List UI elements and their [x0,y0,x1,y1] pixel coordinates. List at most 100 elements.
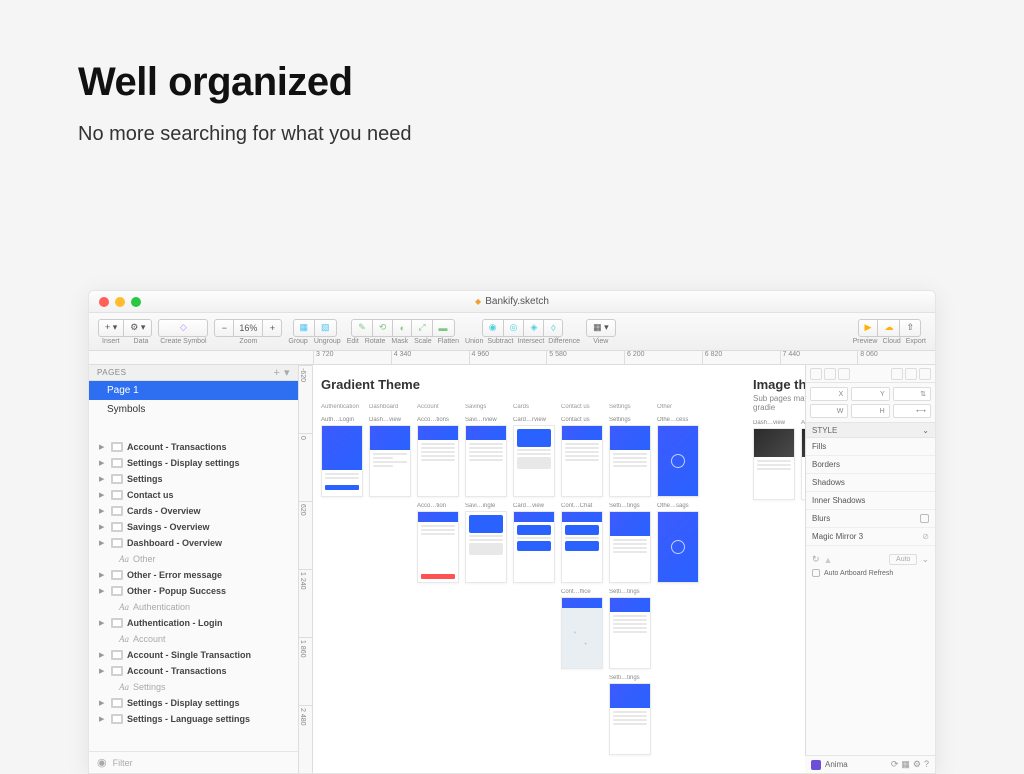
align-icon[interactable] [919,368,931,380]
artboard[interactable] [513,511,555,583]
artboard-label: Setti…tings [609,675,651,681]
canvas[interactable]: -62006201 2401 8602 480 Gradient Theme A… [299,365,805,773]
maximize-icon[interactable] [131,297,141,307]
category-label: Account [417,404,459,410]
artboard[interactable] [321,425,363,497]
ungroup-button[interactable]: ▧ [314,319,337,337]
layer-heading: AaAccount [89,631,298,647]
w-field[interactable]: W [810,404,848,418]
zoom-value[interactable]: 16% [233,319,263,337]
layer-heading: AaAuthentication [89,599,298,615]
mask-button[interactable]: ◐ [392,319,412,337]
insert-button[interactable]: + ▾ [98,319,124,337]
intersect-button[interactable]: ◈ [523,319,544,337]
lock-field[interactable]: ⇅ [893,387,931,401]
layer-item[interactable]: ▶Authentication - Login [89,615,298,631]
flatten-button[interactable]: ▬ [432,319,455,337]
y-field[interactable]: Y [851,387,889,401]
layer-item[interactable]: ▶Contact us [89,487,298,503]
layer-item[interactable]: ▶Account - Transactions [89,439,298,455]
artboard[interactable] [657,511,699,583]
artboard[interactable] [417,425,459,497]
edit-button[interactable]: ✎ [351,319,373,337]
artboard[interactable] [369,425,411,497]
artboard[interactable] [561,425,603,497]
layer-item[interactable]: ▶Settings - Display settings [89,695,298,711]
zoom-out-button[interactable]: − [214,319,234,337]
add-page-icon[interactable]: + ▾ [273,366,290,379]
layer-item[interactable]: ▶Cards - Overview [89,503,298,519]
align-icon[interactable] [905,368,917,380]
layer-item[interactable]: ▶Settings - Language settings [89,711,298,727]
artboard[interactable] [609,683,651,755]
align-icon[interactable] [838,368,850,380]
align-icon[interactable] [891,368,903,380]
ratio-field[interactable]: ⟷ [893,404,931,418]
scale-button[interactable]: ⤢ [411,319,432,337]
layer-item[interactable]: ▶Settings - Display settings [89,455,298,471]
mountain-icon[interactable]: ▲ [824,555,833,565]
filter-input[interactable]: ◉ Filter [89,751,298,773]
artboard[interactable] [561,511,603,583]
export-button[interactable]: ⇧ [899,319,921,337]
page-item[interactable]: Symbols [89,400,298,419]
borders-row[interactable]: Borders [806,456,935,474]
help-icon[interactable]: ? [924,759,929,770]
artboard[interactable] [609,511,651,583]
magic-mirror-row[interactable]: Magic Mirror 3⊘ [806,528,935,546]
shadows-row[interactable]: Shadows [806,474,935,492]
fills-row[interactable]: Fills [806,438,935,456]
dropdown[interactable]: Auto [889,554,917,565]
artboard[interactable] [465,425,507,497]
subtract-button[interactable]: ◎ [503,319,525,337]
artboard[interactable] [609,597,651,669]
layer-item[interactable]: ▶Other - Popup Success [89,583,298,599]
x-field[interactable]: X [810,387,848,401]
artboard[interactable] [753,428,795,500]
align-icon[interactable] [824,368,836,380]
layer-item[interactable]: ▶Account - Single Transaction [89,647,298,663]
artboard-label: Savi…rview [465,417,507,423]
cloud-button[interactable]: ☁ [877,319,900,337]
preview-button[interactable]: ▶ [858,319,879,337]
h-field[interactable]: H [851,404,889,418]
layer-item[interactable]: ▶Dashboard - Overview [89,535,298,551]
auto-refresh-label[interactable]: Auto Artboard Refresh [824,570,893,577]
layer-item[interactable]: ▶Account - Transactions [89,663,298,679]
artboard[interactable] [465,511,507,583]
artboard[interactable] [513,425,555,497]
data-button[interactable]: ⚙ ▾ [123,319,152,337]
gear-icon[interactable]: ⚙ [913,759,921,770]
eye-icon[interactable]: ◉ [97,756,107,769]
rotate-button[interactable]: ⟲ [372,319,394,337]
union-button[interactable]: ◉ [482,319,504,337]
align-icon[interactable] [810,368,822,380]
artboard[interactable] [801,428,805,500]
refresh-icon[interactable]: ↻ [812,554,820,565]
layer-item[interactable]: ▶Settings [89,471,298,487]
zoom-label: Zoom [239,338,257,345]
blurs-row[interactable]: Blurs [806,510,935,528]
artboard-label: Acco…tions [417,417,459,423]
create-symbol-button[interactable]: ◇ [158,319,208,337]
artboard[interactable] [417,511,459,583]
artboard[interactable] [657,425,699,497]
difference-button[interactable]: ◊ [543,319,563,337]
minimize-icon[interactable] [115,297,125,307]
zoom-in-button[interactable]: + [262,319,282,337]
layer-item[interactable]: ▶Other - Error message [89,567,298,583]
artboard-label: Setti…tings [609,589,651,595]
artboard[interactable] [561,597,603,669]
sync-icon[interactable]: ⟳ [891,759,899,770]
layout-icon[interactable]: ▦ [901,759,910,770]
view-button[interactable]: ▦ ▾ [586,319,616,337]
style-header[interactable]: STYLE⌄ [806,422,935,438]
artboard[interactable] [609,425,651,497]
page-item[interactable]: Page 1 [89,381,298,400]
inner-shadows-row[interactable]: Inner Shadows [806,492,935,510]
category-label: Savings [465,404,507,410]
ruler-horizontal: 3 7204 3404 9605 5806 2006 8207 4408 060 [89,351,935,365]
layer-item[interactable]: ▶Savings - Overview [89,519,298,535]
group-button[interactable]: ▦ [293,319,316,337]
close-icon[interactable] [99,297,109,307]
